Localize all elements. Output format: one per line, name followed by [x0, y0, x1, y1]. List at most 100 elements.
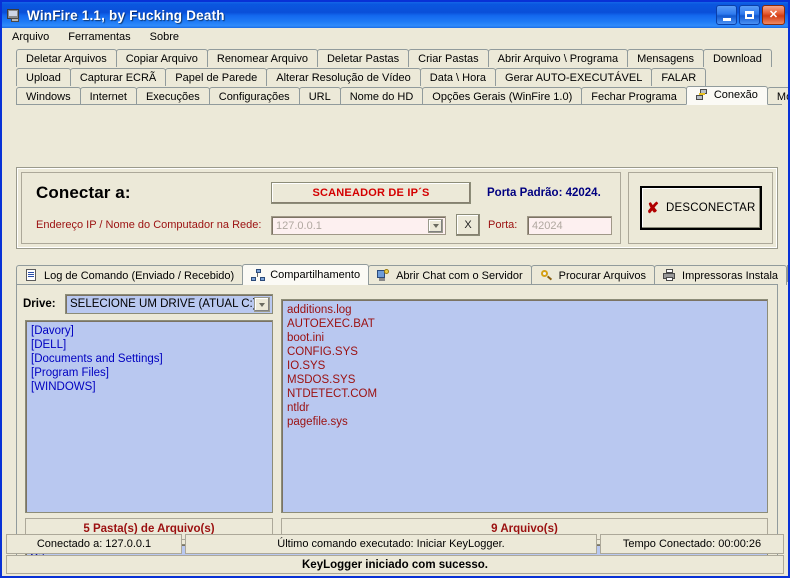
maximize-icon: [745, 11, 754, 19]
list-item[interactable]: [Davory]: [29, 324, 272, 338]
tab-nome-do-hd[interactable]: Nome do HD: [340, 87, 424, 105]
inner-tab-impressoras[interactable]: Impressoras Instala: [654, 265, 787, 285]
tab-upload[interactable]: Upload: [16, 68, 71, 86]
tab-url[interactable]: URL: [299, 87, 341, 105]
chevron-down-icon: [259, 303, 265, 307]
list-item[interactable]: [Documents and Settings]: [29, 352, 272, 366]
tab-conexao[interactable]: Conexão: [686, 86, 768, 105]
port-input[interactable]: 42024: [527, 216, 612, 235]
inner-tab-abrir-chat[interactable]: Abrir Chat com o Servidor: [368, 265, 532, 285]
status-bar: Conectado a: 127.0.0.1 Último comando ex…: [6, 534, 784, 554]
tab-execucoes[interactable]: Execuções: [136, 87, 210, 105]
tab-gerar-auto-executavel[interactable]: Gerar AUTO-EXECUTÁVEL: [495, 68, 652, 86]
tab-copiar-arquivo[interactable]: Copiar Arquivo: [116, 49, 208, 67]
inner-tab-strip: Log de Comando (Enviado / Recebido) Comp…: [16, 263, 778, 285]
share-icon: [251, 269, 265, 282]
ip-dropdown-button[interactable]: [428, 219, 443, 233]
app-icon: [6, 7, 22, 23]
list-item[interactable]: [WINDOWS]: [29, 380, 272, 394]
connection-inner-frame: Conectar a: Endereço IP / Nome do Comput…: [21, 172, 621, 244]
list-item[interactable]: boot.ini: [285, 331, 767, 345]
printer-icon: [663, 269, 677, 282]
tab-capturar-ecra[interactable]: Capturar ECRÃ: [70, 68, 166, 86]
maximize-button[interactable]: [739, 5, 760, 25]
list-item[interactable]: pagefile.sys: [285, 415, 767, 429]
inner-tab-compartilhamento-label: Compartilhamento: [270, 269, 360, 281]
tab-criar-pastas[interactable]: Criar Pastas: [408, 49, 489, 67]
inner-tab-chat-label: Abrir Chat com o Servidor: [396, 270, 523, 282]
files-listbox[interactable]: additions.log AUTOEXEC.BAT boot.ini CONF…: [281, 299, 768, 513]
disconnect-button-label: DESCONECTAR: [666, 202, 756, 214]
menu-item-sobre[interactable]: Sobre: [146, 30, 188, 44]
tab-renomear-arquivo[interactable]: Renomear Arquivo: [207, 49, 318, 67]
tab-fechar-programa[interactable]: Fechar Programa: [581, 87, 687, 105]
inner-tab-impressoras-label: Impressoras Instala: [682, 270, 778, 282]
list-item[interactable]: MSDOS.SYS: [285, 373, 767, 387]
drive-dropdown-button[interactable]: [254, 297, 270, 312]
list-item[interactable]: CONFIG.SYS: [285, 345, 767, 359]
menu-item-arquivo[interactable]: Arquivo: [8, 30, 58, 44]
folders-listbox[interactable]: [Davory] [DELL] [Documents and Settings]…: [25, 320, 273, 513]
search-icon: [540, 269, 554, 282]
client-area: Deletar Arquivos Copiar Arquivo Renomear…: [2, 46, 788, 576]
tab-mover-arquivo[interactable]: Mover Arquivo: [767, 87, 788, 105]
tab-internet[interactable]: Internet: [80, 87, 137, 105]
inner-tab-procurar-label: Procurar Arquivos: [559, 270, 646, 282]
close-icon: ✕: [769, 10, 778, 21]
list-item[interactable]: additions.log: [285, 303, 767, 317]
tab-conexao-label: Conexão: [714, 87, 758, 104]
connection-panel: Conectar a: Endereço IP / Nome do Comput…: [16, 167, 778, 249]
tab-falar[interactable]: FALAR: [651, 68, 706, 86]
tab-alterar-resolucao-de-video[interactable]: Alterar Resolução de Vídeo: [266, 68, 421, 86]
app-window: WinFire 1.1, by Fucking Death ✕ Arquivo …: [0, 0, 790, 578]
ip-address-combobox[interactable]: 127.0.0.1: [271, 216, 446, 235]
ip-scanner-button[interactable]: SCANEADOR DE IP´S: [271, 182, 471, 204]
tab-abrir-arquivo-programa[interactable]: Abrir Arquivo \ Programa: [488, 49, 628, 67]
tab-mensagens[interactable]: Mensagens: [627, 49, 704, 67]
tab-windows[interactable]: Windows: [16, 87, 81, 105]
list-item[interactable]: ntldr: [285, 401, 767, 415]
tab-data-hora[interactable]: Data \ Hora: [420, 68, 496, 86]
drive-selected-value: SELECIONE UM DRIVE (ATUAL C:): [66, 298, 257, 310]
minimize-icon: [723, 18, 731, 21]
tab-deletar-arquivos[interactable]: Deletar Arquivos: [16, 49, 117, 67]
tab-download[interactable]: Download: [703, 49, 772, 67]
tab-configuracoes[interactable]: Configurações: [209, 87, 300, 105]
tab-row-2: Upload Capturar ECRÃ Papel de Parede Alt…: [2, 67, 788, 86]
disconnect-frame: ✘ DESCONECTAR: [628, 172, 773, 244]
list-item[interactable]: IO.SYS: [285, 359, 767, 373]
compartilhamento-panel: Drive: SELECIONE UM DRIVE (ATUAL C:) [Da…: [16, 284, 778, 562]
ip-field-label: Endereço IP / Nome do Computador na Rede…: [36, 219, 261, 231]
port-label: Porta:: [488, 219, 517, 231]
clear-ip-button[interactable]: X: [456, 214, 480, 236]
status-message-bar: KeyLogger iniciado com sucesso.: [6, 555, 784, 574]
tab-deletar-pastas[interactable]: Deletar Pastas: [317, 49, 409, 67]
inner-tab-log-de-comando[interactable]: Log de Comando (Enviado / Recebido): [16, 265, 243, 285]
inner-tab-compartilhamento[interactable]: Compartilhamento: [242, 264, 369, 285]
top-tab-strip: Deletar Arquivos Copiar Arquivo Renomear…: [2, 46, 788, 106]
drive-combobox[interactable]: SELECIONE UM DRIVE (ATUAL C:): [65, 294, 273, 314]
inner-tab-procurar-arquivos[interactable]: Procurar Arquivos: [531, 265, 655, 285]
tab-scroll-buttons: [786, 265, 788, 282]
tab-row-3: Windows Internet Execuções Configurações…: [2, 86, 788, 105]
window-title: WinFire 1.1, by Fucking Death: [27, 8, 225, 23]
window-buttons: ✕: [716, 5, 785, 25]
menu-bar: Arquivo Ferramentas Sobre: [2, 28, 788, 46]
chevron-down-icon: [433, 224, 439, 228]
list-item[interactable]: AUTOEXEC.BAT: [285, 317, 767, 331]
chat-icon: [377, 269, 391, 282]
tab-row-1: Deletar Arquivos Copiar Arquivo Renomear…: [2, 48, 788, 67]
list-item[interactable]: [Program Files]: [29, 366, 272, 380]
tab-opcoes-gerais[interactable]: Opções Gerais (WinFire 1.0): [422, 87, 582, 105]
connection-icon: [696, 89, 710, 102]
disconnect-button[interactable]: ✘ DESCONECTAR: [640, 186, 762, 230]
connect-title: Conectar a:: [36, 183, 131, 203]
tab-papel-de-parede[interactable]: Papel de Parede: [165, 68, 267, 86]
list-item[interactable]: NTDETECT.COM: [285, 387, 767, 401]
minimize-button[interactable]: [716, 5, 737, 25]
list-item[interactable]: [DELL]: [29, 338, 272, 352]
menu-item-ferramentas[interactable]: Ferramentas: [64, 30, 139, 44]
tab-scroll-left-button[interactable]: [787, 265, 788, 282]
close-button[interactable]: ✕: [762, 5, 785, 25]
title-bar: WinFire 1.1, by Fucking Death ✕: [2, 2, 788, 28]
